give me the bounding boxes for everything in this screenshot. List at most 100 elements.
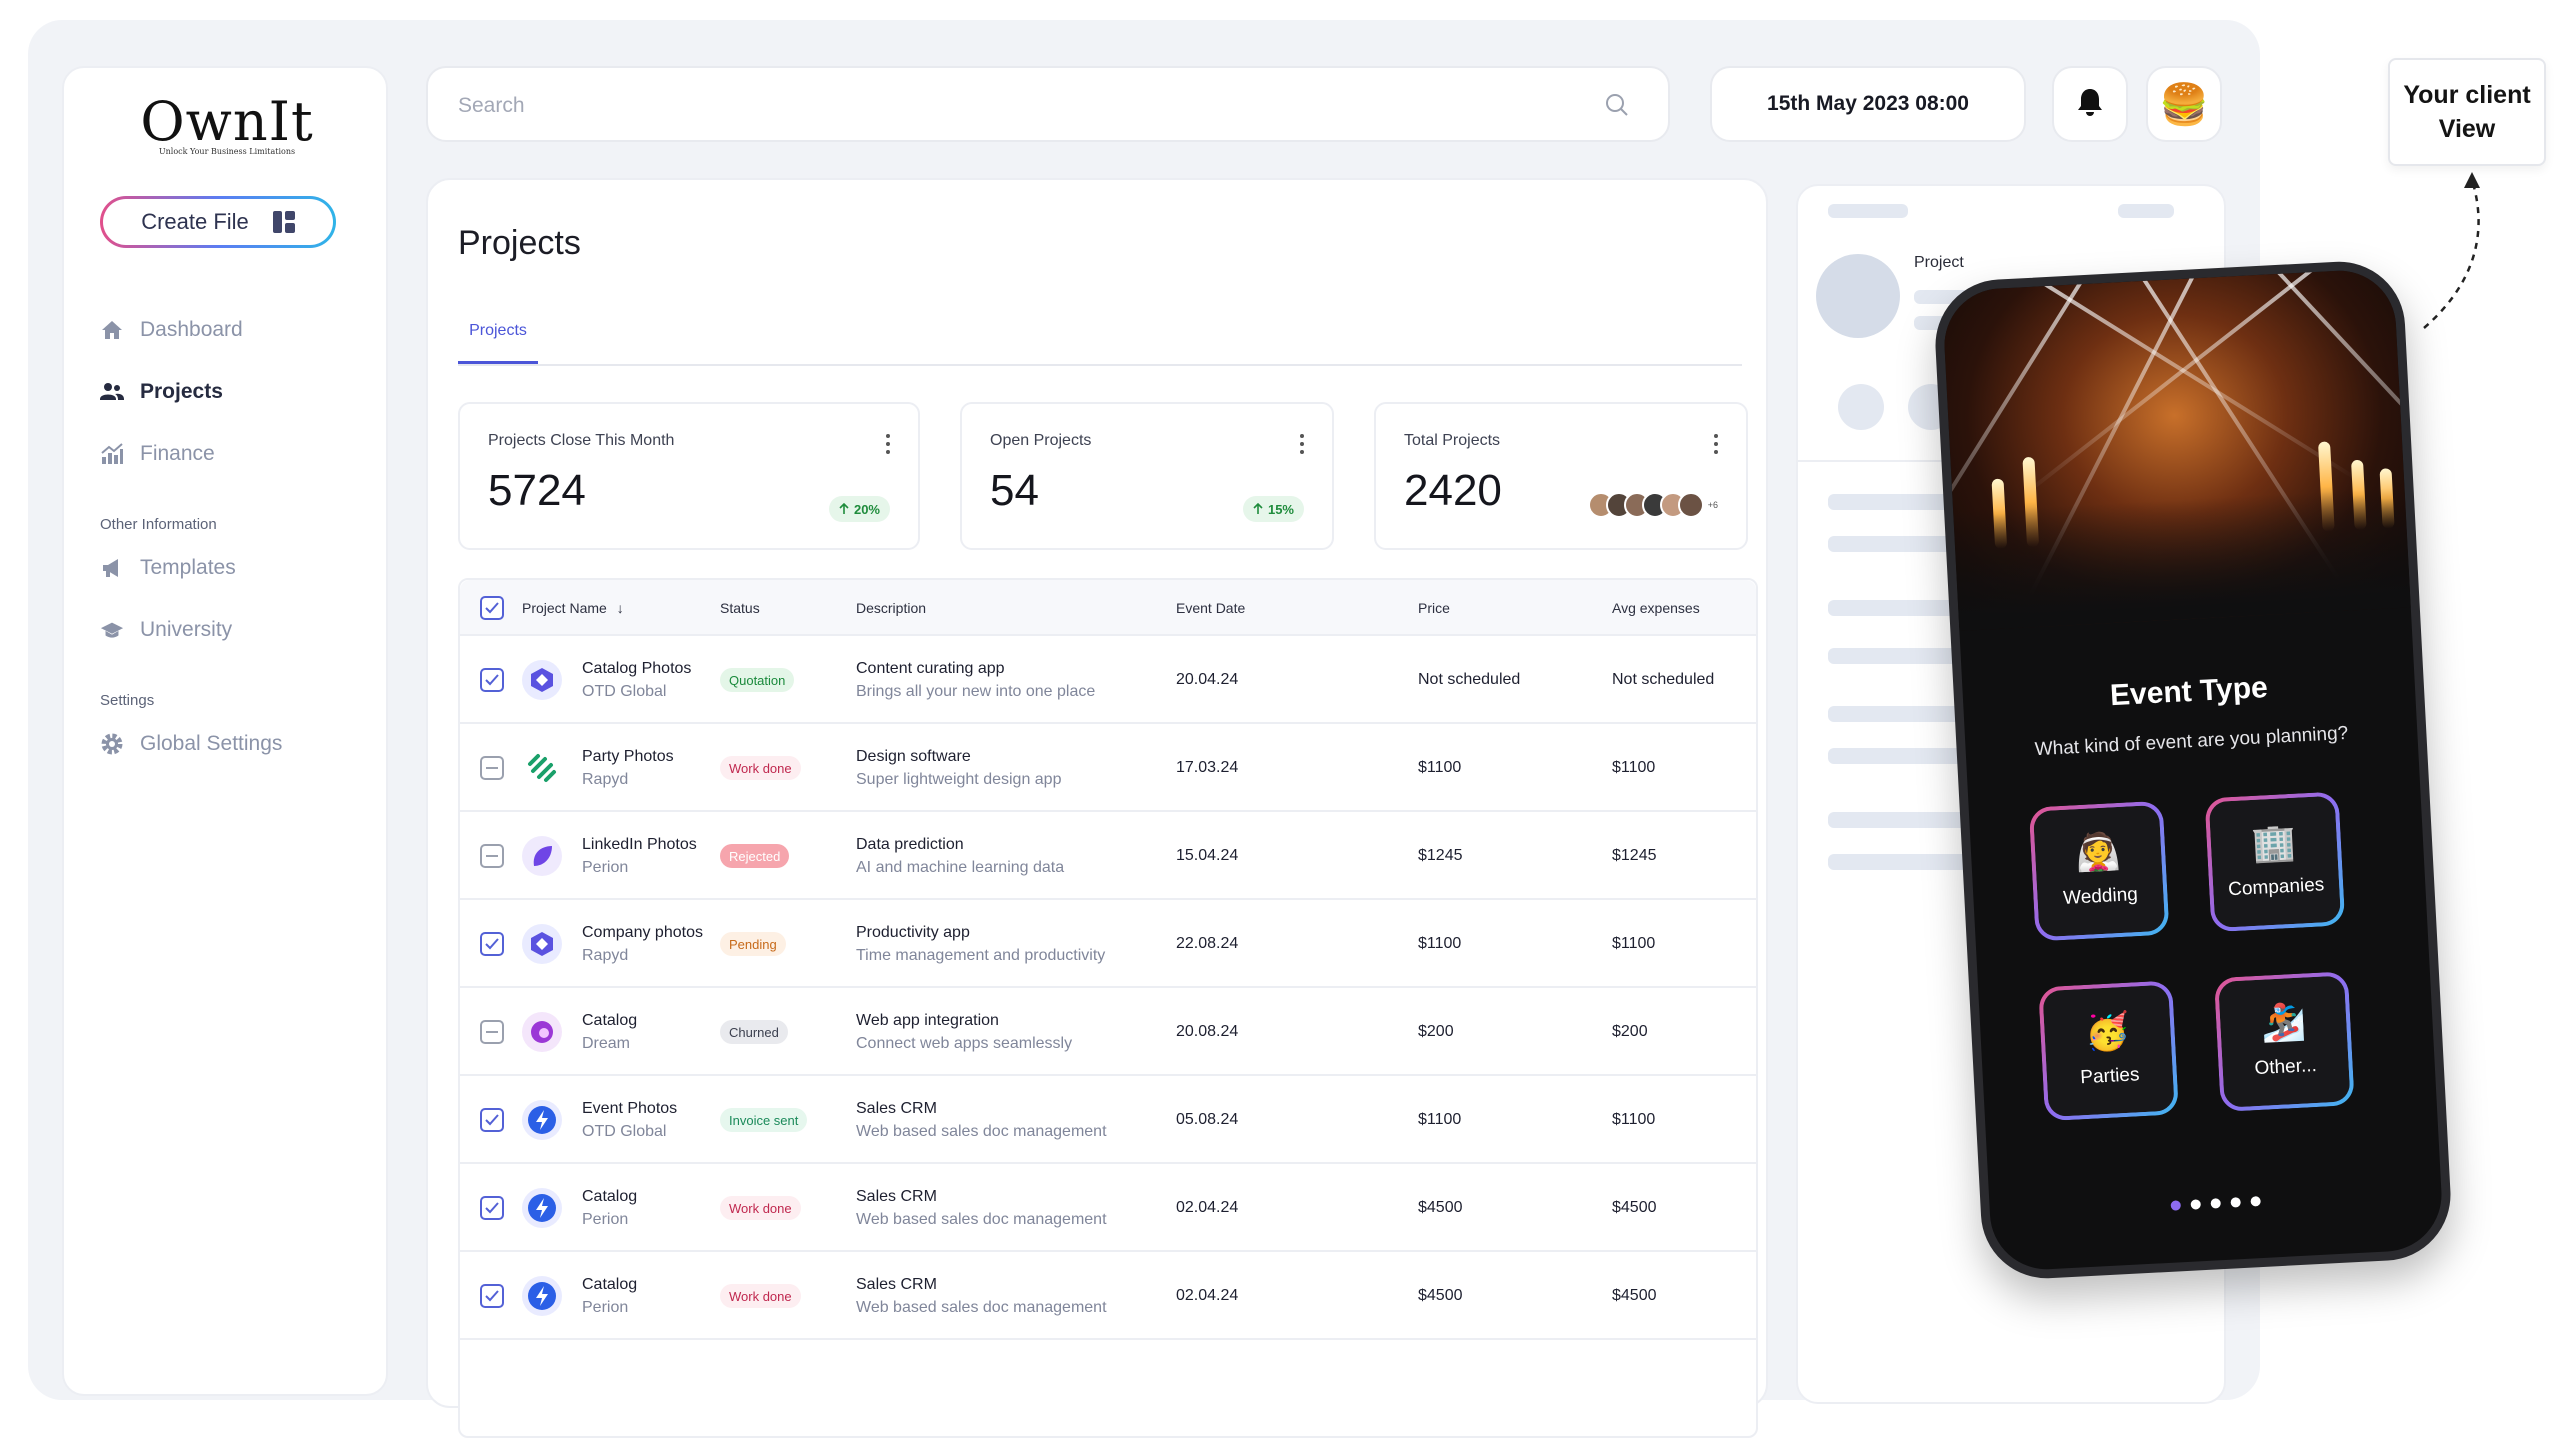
- column-header-project-name[interactable]: Project Name ↓: [522, 600, 624, 616]
- row-checkbox[interactable]: [480, 1284, 504, 1308]
- avatar-overflow-count: +6: [1707, 500, 1718, 510]
- column-header-event-date[interactable]: Event Date: [1176, 600, 1245, 616]
- row-checkbox[interactable]: [480, 668, 504, 692]
- client-view-callout: Your client View: [2388, 58, 2546, 166]
- project-name[interactable]: Catalog Photos: [582, 660, 691, 678]
- tab-projects[interactable]: Projects: [458, 322, 538, 364]
- section-label-other: Other Information: [100, 516, 217, 533]
- search-bar[interactable]: Search: [426, 66, 1670, 142]
- project-name[interactable]: Party Photos: [582, 748, 674, 766]
- project-name[interactable]: LinkedIn Photos: [582, 836, 697, 854]
- option-companies[interactable]: 🏢 Companies: [2204, 791, 2346, 933]
- status-badge: Work done: [720, 756, 801, 780]
- create-file-label: Create File: [141, 209, 249, 234]
- project-org: Dream: [582, 1035, 631, 1052]
- project-name[interactable]: Event Photos: [582, 1100, 677, 1118]
- dashed-arrow-icon: [2423, 172, 2480, 329]
- search-icon[interactable]: [1604, 92, 1630, 123]
- user-avatar-button[interactable]: 🍔: [2146, 66, 2222, 142]
- column-header-description[interactable]: Description: [856, 600, 926, 616]
- projects-table: Project Name ↓ Status Description Event …: [458, 578, 1758, 1438]
- sidebar-item-templates[interactable]: Templates: [100, 556, 236, 580]
- more-options-icon[interactable]: [1714, 434, 1718, 458]
- stat-value: 5724: [488, 466, 586, 515]
- table-row[interactable]: Party Photos Rapyd Work done Design softwar…: [460, 724, 1756, 812]
- event-date: 20.08.24: [1176, 1023, 1239, 1040]
- select-all-checkbox[interactable]: [480, 596, 504, 620]
- sidebar-item-label: University: [140, 618, 233, 641]
- graduation-cap-icon: [100, 618, 124, 642]
- price: Not scheduled: [1418, 671, 1521, 688]
- status-badge: Work done: [720, 1284, 801, 1308]
- callout-line1: Your client: [2403, 81, 2531, 109]
- skeleton-bar: [1828, 748, 1968, 764]
- search-input[interactable]: Search: [458, 94, 525, 118]
- change-value: 15%: [1267, 501, 1294, 517]
- project-name[interactable]: Catalog: [582, 1276, 637, 1294]
- project-org: Rapyd: [582, 947, 629, 964]
- row-checkbox[interactable]: [480, 756, 504, 780]
- avg-expenses: Not scheduled: [1612, 671, 1715, 688]
- row-checkbox[interactable]: [480, 1196, 504, 1220]
- price: $1100: [1418, 1111, 1462, 1128]
- avg-expenses: $1100: [1612, 935, 1656, 952]
- create-file-button[interactable]: Create File: [100, 196, 336, 248]
- description-subtitle: Web based sales doc management: [856, 1123, 1107, 1140]
- notifications-button[interactable]: [2052, 66, 2128, 142]
- sidebar-item-label: Dashboard: [140, 318, 243, 341]
- table-row[interactable]: Catalog Photos OTD Global Quotation Content…: [460, 636, 1756, 724]
- skeleton-circle: [1838, 384, 1884, 430]
- change-value: 20%: [853, 501, 880, 517]
- table-row[interactable]: Catalog Perion Work done Sales CRM Web based…: [460, 1164, 1756, 1252]
- project-logo-icon: [522, 1012, 562, 1052]
- pagination-dots[interactable]: [1990, 1187, 2442, 1221]
- avatar-stack[interactable]: +6: [1587, 492, 1718, 518]
- bell-icon: [2076, 87, 2104, 122]
- skeleton-bar: [1828, 812, 1968, 828]
- description-title: Design software: [856, 748, 971, 765]
- project-logo-icon: [522, 660, 562, 700]
- megaphone-icon: [100, 556, 124, 580]
- table-row[interactable]: Catalog Dream Churned Web app integration Co…: [460, 988, 1756, 1076]
- sidebar-item-projects[interactable]: Projects: [100, 380, 223, 404]
- price: $1100: [1418, 759, 1462, 776]
- skeleton-bar: [1828, 600, 1968, 616]
- row-checkbox[interactable]: [480, 1020, 504, 1044]
- option-wedding[interactable]: 👰 Wedding: [2028, 800, 2170, 942]
- office-building-icon: 🏢: [2250, 820, 2298, 865]
- option-parties[interactable]: 🥳 Parties: [2038, 980, 2179, 1122]
- row-checkbox[interactable]: [480, 932, 504, 956]
- event-date: 17.03.24: [1176, 759, 1239, 776]
- project-name[interactable]: Catalog: [582, 1012, 637, 1030]
- project-logo-icon: [522, 924, 562, 964]
- sidebar-item-global-settings[interactable]: Global Settings: [100, 732, 282, 756]
- more-options-icon[interactable]: [1300, 434, 1304, 458]
- option-other[interactable]: 🏂 Other...: [2213, 971, 2355, 1113]
- avg-expenses: $4500: [1612, 1287, 1657, 1304]
- stat-card-total-projects: Total Projects 2420 +6: [1374, 402, 1748, 550]
- status-badge: Pending: [720, 932, 786, 956]
- sidebar-item-dashboard[interactable]: Dashboard: [100, 318, 243, 342]
- row-checkbox[interactable]: [480, 1108, 504, 1132]
- table-row[interactable]: LinkedIn Photos Perion Rejected Data predic…: [460, 812, 1756, 900]
- sidebar-item-label: Global Settings: [140, 732, 283, 755]
- column-header-price[interactable]: Price: [1418, 600, 1450, 616]
- project-logo-icon: [522, 836, 562, 876]
- project-name[interactable]: Company photos: [582, 924, 703, 942]
- description-title: Productivity app: [856, 924, 970, 941]
- project-name[interactable]: Catalog: [582, 1188, 637, 1206]
- table-row[interactable]: Catalog Perion Work done Sales CRM Web based…: [460, 1252, 1756, 1340]
- table-row[interactable]: Event Photos OTD Global Invoice sent Sales …: [460, 1076, 1756, 1164]
- phone-screen: Event Type What kind of event are you pl…: [1932, 258, 2454, 1282]
- sidebar-item-university[interactable]: University: [100, 618, 232, 642]
- description-subtitle: AI and machine learning data: [856, 859, 1065, 876]
- sidebar-item-finance[interactable]: Finance: [100, 442, 215, 466]
- row-checkbox[interactable]: [480, 844, 504, 868]
- column-header-avg-expenses[interactable]: Avg expenses: [1612, 600, 1700, 616]
- more-options-icon[interactable]: [886, 434, 890, 458]
- logo[interactable]: OwnIt Unlock Your Business Limitations: [64, 90, 390, 156]
- stat-card-open-projects: Open Projects 54 15%: [960, 402, 1334, 550]
- column-header-status[interactable]: Status: [720, 600, 760, 616]
- skeleton-bar: [1828, 648, 1968, 664]
- table-row[interactable]: Company photos Rapyd Pending Productivity a…: [460, 900, 1756, 988]
